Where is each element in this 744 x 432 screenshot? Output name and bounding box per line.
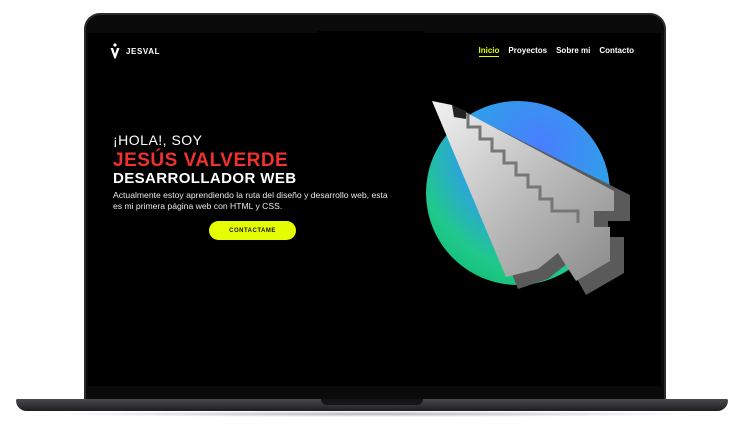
cursor-tip-dark [452, 105, 466, 119]
v-logo-icon [110, 43, 120, 59]
hero-greeting: ¡HOLA!, SOY [113, 132, 203, 148]
nav-link-contacto[interactable]: Contacto [599, 46, 634, 57]
laptop-shadow [40, 411, 704, 417]
hero-role: DESARROLLADOR WEB [113, 170, 297, 187]
laptop-opening-notch [321, 399, 423, 405]
nav-link-sobre-mi[interactable]: Sobre mi [556, 46, 590, 57]
camera-notch [318, 31, 424, 39]
hero-text: ¡HOLA!, SOY JESÚS VALVERDE DESARROLLADOR… [113, 133, 403, 212]
site-logo[interactable]: JESVAL [110, 43, 160, 59]
hero-description: Actualmente estoy aprendiendo la ruta de… [113, 190, 388, 211]
nav-link-inicio[interactable]: Inicio [478, 46, 500, 57]
brand-name: JESVAL [126, 46, 161, 56]
hero-name: JESÚS VALVERDE [113, 150, 289, 171]
pixel-cursor-icon [426, 101, 630, 295]
contact-button[interactable]: CONTACTAME [209, 221, 296, 240]
main-nav: Inicio Proyectos Sobre mi Contacto [478, 46, 634, 57]
laptop-screen: JESVAL Inicio Proyectos Sobre mi Contact… [88, 33, 661, 386]
nav-link-proyectos[interactable]: Proyectos [508, 46, 547, 57]
